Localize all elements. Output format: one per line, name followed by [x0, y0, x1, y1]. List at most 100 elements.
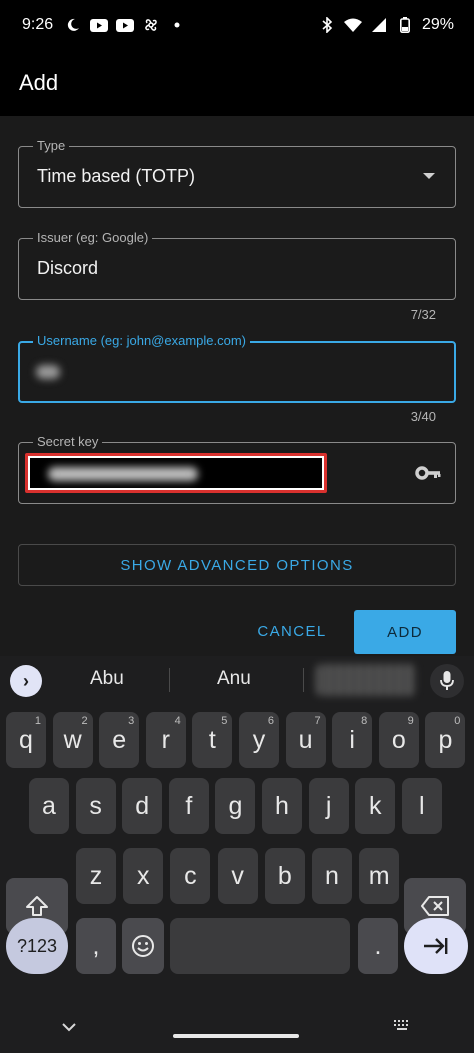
- secret-key-redacted: [48, 467, 198, 481]
- key-label: a: [42, 791, 56, 820]
- key-u[interactable]: u7: [285, 712, 326, 768]
- key-x[interactable]: x: [123, 848, 164, 904]
- issuer-field[interactable]: Issuer (eg: Google) Discord: [18, 230, 456, 300]
- key-hint: 0: [454, 715, 461, 727]
- key-hint: 8: [361, 715, 368, 727]
- symbols-key[interactable]: ?123: [6, 918, 68, 974]
- key-e[interactable]: e3: [99, 712, 140, 768]
- fan-icon: [142, 16, 160, 34]
- key-label: m: [368, 861, 390, 890]
- username-field[interactable]: Username (eg: john@example.com): [18, 333, 456, 403]
- key-label: h: [275, 791, 289, 820]
- next-key[interactable]: [404, 918, 468, 974]
- microphone-icon[interactable]: [430, 664, 464, 698]
- key-label: i: [349, 725, 355, 754]
- key-label: l: [419, 791, 425, 820]
- key-g[interactable]: g: [215, 778, 256, 834]
- cancel-button[interactable]: CANCEL: [238, 610, 346, 652]
- home-gesture-pill[interactable]: [173, 1034, 299, 1038]
- key-r[interactable]: r4: [145, 712, 186, 768]
- key-k[interactable]: k: [355, 778, 396, 834]
- youtube-icon: [90, 16, 108, 34]
- key-w[interactable]: w2: [52, 712, 93, 768]
- key-hint: 6: [267, 715, 274, 727]
- type-value: Time based (TOTP): [37, 166, 196, 186]
- key-y[interactable]: y6: [239, 712, 279, 768]
- key-h[interactable]: h: [262, 778, 302, 834]
- key-label: w: [63, 725, 82, 754]
- type-label: Type: [33, 138, 70, 154]
- show-advanced-options-button[interactable]: SHOW ADVANCED OPTIONS: [18, 544, 456, 586]
- key-label: d: [135, 791, 150, 820]
- key-label: p: [438, 725, 453, 754]
- space-key[interactable]: [170, 918, 350, 974]
- key-b[interactable]: b: [264, 848, 305, 904]
- username-redacted: [36, 365, 60, 379]
- keyboard: › Abu Anu q1w2e3r4t5y6u7i8o9p0 asdfghjkl…: [0, 656, 474, 1053]
- period-key[interactable]: .: [358, 918, 398, 974]
- key-q[interactable]: q1: [6, 712, 46, 768]
- key-label: j: [325, 791, 332, 820]
- key-s[interactable]: s: [75, 778, 116, 834]
- key-c[interactable]: c: [170, 848, 211, 904]
- key-a[interactable]: a: [29, 778, 69, 834]
- key-label: v: [231, 861, 244, 890]
- issuer-value: Discord: [37, 258, 99, 278]
- key-p[interactable]: p0: [425, 712, 466, 768]
- key-label: z: [89, 861, 103, 890]
- expand-toolbar-icon[interactable]: ›: [10, 665, 42, 697]
- issuer-counter: 7/32: [410, 307, 436, 322]
- keyboard-switcher-icon[interactable]: [393, 1018, 411, 1030]
- key-label: f: [185, 791, 193, 820]
- system-icons: 29%: [318, 16, 454, 34]
- suggestion-1[interactable]: Abu: [90, 668, 124, 690]
- username-label: Username (eg: john@example.com): [33, 333, 251, 349]
- username-counter: 3/40: [410, 409, 436, 424]
- suggestion-bar: › Abu Anu: [0, 656, 474, 704]
- hide-keyboard-icon[interactable]: [62, 1016, 76, 1037]
- status-time: 9:26: [22, 16, 54, 33]
- notification-icons: [64, 16, 186, 34]
- key-label: e: [112, 725, 127, 754]
- key-t[interactable]: t5: [192, 712, 233, 768]
- page-title: Add: [19, 70, 59, 95]
- key-hint: 2: [81, 715, 88, 727]
- key-j[interactable]: j: [308, 778, 349, 834]
- secret-key-label: Secret key: [33, 434, 103, 450]
- key-label: k: [368, 791, 382, 820]
- key-icon[interactable]: [415, 463, 441, 483]
- key-l[interactable]: l: [401, 778, 442, 834]
- key-m[interactable]: m: [359, 848, 400, 904]
- app-bar: Add: [0, 52, 474, 116]
- key-label: n: [325, 861, 339, 890]
- secret-key-field[interactable]: Secret key: [18, 434, 456, 504]
- key-hint: 5: [221, 715, 228, 727]
- key-hint: 7: [314, 715, 321, 727]
- youtube-icon: [116, 16, 134, 34]
- key-d[interactable]: d: [122, 778, 163, 834]
- key-hint: 3: [128, 715, 135, 727]
- add-button[interactable]: ADD: [354, 610, 456, 654]
- emoji-key[interactable]: [122, 918, 164, 974]
- add-form: Type Time based (TOTP) Issuer (eg: Googl…: [0, 116, 474, 656]
- suggestion-divider: [303, 668, 304, 692]
- key-f[interactable]: f: [168, 778, 209, 834]
- wifi-icon: [343, 16, 362, 34]
- key-o[interactable]: o9: [378, 712, 419, 768]
- key-label: s: [89, 791, 102, 820]
- key-v[interactable]: v: [217, 848, 258, 904]
- key-label: y: [252, 725, 266, 754]
- navigation-bar: [0, 1010, 474, 1053]
- suggestion-2[interactable]: Anu: [217, 668, 251, 690]
- battery-percent: 29%: [421, 16, 454, 33]
- key-n[interactable]: n: [312, 848, 352, 904]
- comma-key[interactable]: ,: [76, 918, 116, 974]
- key-label: q: [19, 725, 33, 754]
- key-z[interactable]: z: [76, 848, 116, 904]
- key-i[interactable]: i8: [332, 712, 373, 768]
- dropdown-arrow-icon: [423, 173, 435, 179]
- type-dropdown[interactable]: Type Time based (TOTP): [18, 138, 456, 208]
- key-label: g: [228, 791, 243, 820]
- key-label: b: [277, 861, 292, 890]
- suggestion-3-redacted[interactable]: [316, 664, 416, 696]
